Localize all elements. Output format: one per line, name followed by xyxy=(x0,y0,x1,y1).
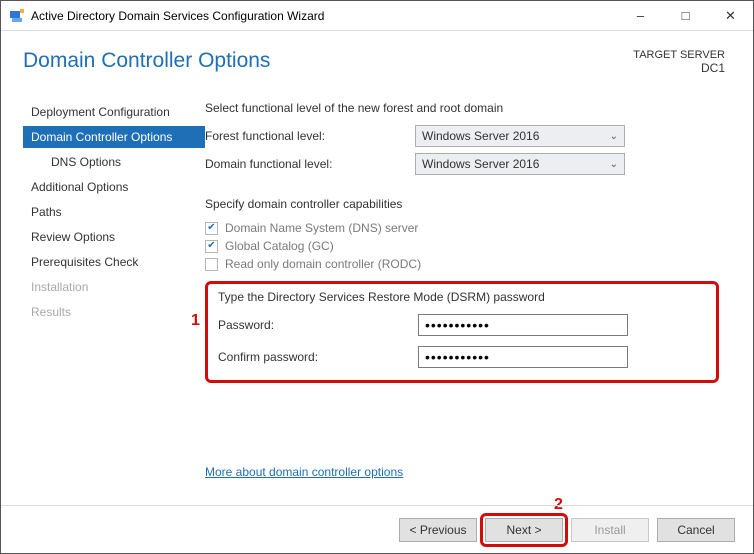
maximize-button[interactable]: □ xyxy=(663,1,708,30)
password-input[interactable] xyxy=(418,314,628,336)
checkbox-dns xyxy=(205,222,218,235)
functional-level-intro: Select functional level of the new fores… xyxy=(205,101,719,115)
checkbox-dns-label: Domain Name System (DNS) server xyxy=(225,221,418,235)
annotation-1: 1 xyxy=(191,312,200,330)
sidebar-item-additional-options[interactable]: Additional Options xyxy=(23,176,205,198)
target-server-name: DC1 xyxy=(633,61,725,75)
forest-level-value: Windows Server 2016 xyxy=(422,129,539,143)
domain-level-label: Domain functional level: xyxy=(205,157,415,171)
sidebar-item-results: Results xyxy=(23,301,205,323)
title-bar: Active Directory Domain Services Configu… xyxy=(1,1,753,31)
wizard-sidebar: Deployment Configuration Domain Controll… xyxy=(1,101,205,479)
domain-level-combo[interactable]: Windows Server 2016 ⌄ xyxy=(415,153,625,175)
sidebar-item-paths[interactable]: Paths xyxy=(23,201,205,223)
checkbox-rodc-label: Read only domain controller (RODC) xyxy=(225,257,421,271)
next-button[interactable]: Next > xyxy=(485,518,563,542)
domain-level-value: Windows Server 2016 xyxy=(422,157,539,171)
checkbox-rodc xyxy=(205,258,218,271)
close-button[interactable]: ✕ xyxy=(708,1,753,30)
window-title: Active Directory Domain Services Configu… xyxy=(31,9,618,23)
checkbox-gc xyxy=(205,240,218,253)
chevron-down-icon: ⌄ xyxy=(610,159,618,170)
minimize-button[interactable]: – xyxy=(618,1,663,30)
sidebar-item-prereq-check[interactable]: Prerequisites Check xyxy=(23,251,205,273)
confirm-password-label: Confirm password: xyxy=(218,350,418,364)
forest-level-combo[interactable]: Windows Server 2016 ⌄ xyxy=(415,125,625,147)
checkbox-gc-label: Global Catalog (GC) xyxy=(225,239,334,253)
cancel-button[interactable]: Cancel xyxy=(657,518,735,542)
wizard-button-bar: < Previous Next > Install Cancel xyxy=(1,505,753,553)
password-label: Password: xyxy=(218,318,418,332)
forest-level-label: Forest functional level: xyxy=(205,129,415,143)
chevron-down-icon: ⌄ xyxy=(610,131,618,142)
sidebar-item-dns-options[interactable]: DNS Options xyxy=(23,151,205,173)
confirm-password-input[interactable] xyxy=(418,346,628,368)
sidebar-item-deployment-config[interactable]: Deployment Configuration xyxy=(23,101,205,123)
install-button: Install xyxy=(571,518,649,542)
capabilities-intro: Specify domain controller capabilities xyxy=(205,197,719,211)
page-title: Domain Controller Options xyxy=(23,49,270,75)
dsrm-password-section: 1 Type the Directory Services Restore Mo… xyxy=(205,281,719,383)
target-server-label: TARGET SERVER xyxy=(633,49,725,61)
sidebar-item-installation: Installation xyxy=(23,276,205,298)
previous-button[interactable]: < Previous xyxy=(399,518,477,542)
dsrm-intro: Type the Directory Services Restore Mode… xyxy=(218,290,706,304)
app-icon xyxy=(9,8,25,24)
sidebar-item-review-options[interactable]: Review Options xyxy=(23,226,205,248)
more-link[interactable]: More about domain controller options xyxy=(205,465,403,479)
sidebar-item-dc-options[interactable]: Domain Controller Options xyxy=(23,126,205,148)
target-server-block: TARGET SERVER DC1 xyxy=(633,49,725,75)
